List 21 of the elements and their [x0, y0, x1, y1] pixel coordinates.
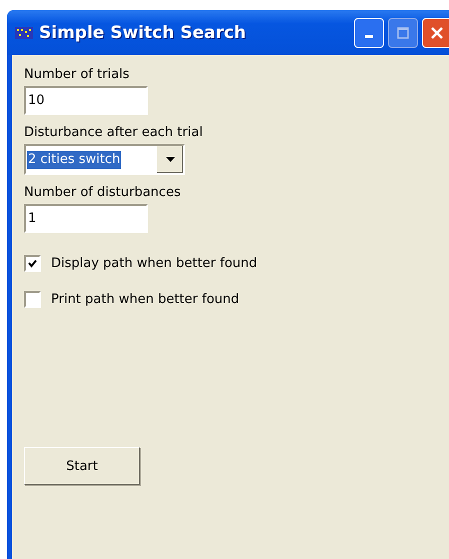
- text-field[interactable]: 10: [24, 86, 148, 115]
- close-button[interactable]: [422, 18, 449, 48]
- field-label: Number of trials: [24, 67, 130, 83]
- close-icon: [430, 26, 444, 40]
- dropdown[interactable]: 2 cities switch: [24, 144, 185, 175]
- maximize-icon: [397, 26, 409, 38]
- caret-icon: [166, 157, 174, 162]
- text-field[interactable]: 1: [24, 204, 148, 233]
- checkbox[interactable]: [24, 291, 41, 308]
- checkbox-label[interactable]: Display path when better found: [51, 256, 258, 271]
- checkbox-label[interactable]: Print path when better found: [51, 292, 240, 307]
- grid-icon: [15, 24, 33, 40]
- checkmark-icon: [28, 259, 37, 268]
- minimize-icon: [365, 35, 373, 38]
- window-title: Simple Switch Search: [39, 22, 246, 42]
- start-button[interactable]: Start: [24, 447, 140, 485]
- maximize-button[interactable]: [388, 18, 418, 48]
- field-label: Number of disturbances: [24, 185, 181, 201]
- minimize-button[interactable]: [354, 18, 384, 48]
- field-label: Disturbance after each trial: [24, 125, 203, 141]
- checkbox[interactable]: [24, 255, 41, 272]
